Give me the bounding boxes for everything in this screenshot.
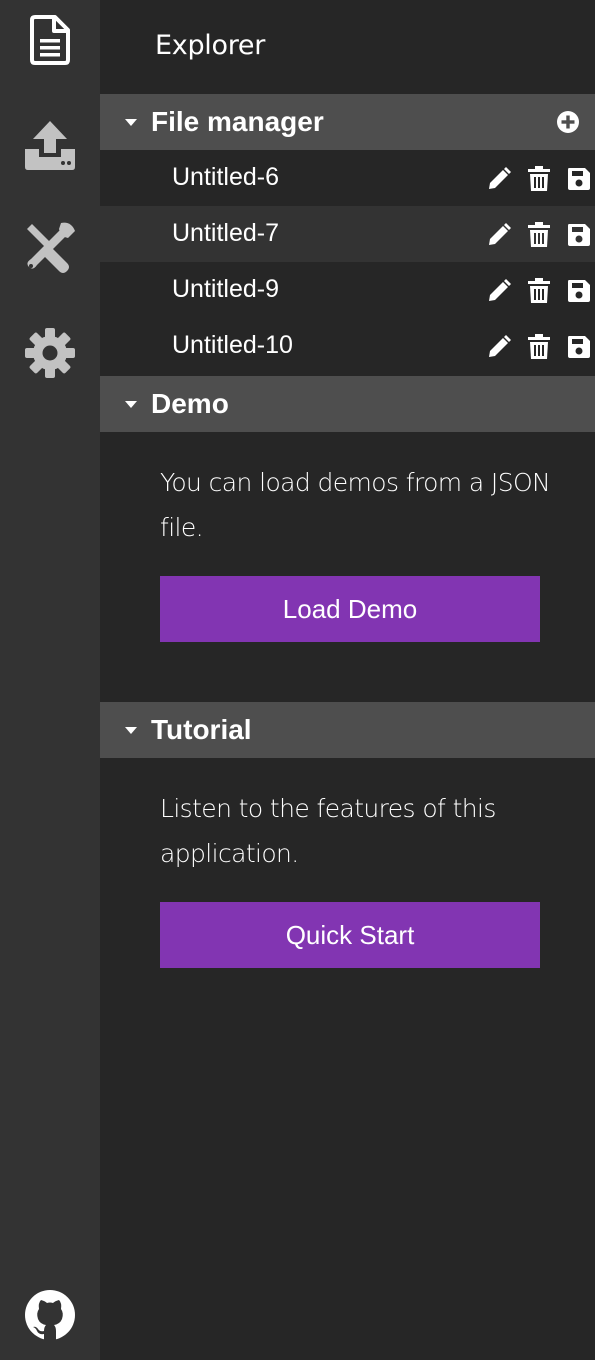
file-row[interactable]: Untitled-7	[100, 206, 595, 262]
activity-tools-button[interactable]	[0, 208, 100, 288]
save-icon[interactable]	[566, 278, 592, 304]
save-icon[interactable]	[566, 222, 592, 248]
activity-explorer-button[interactable]	[0, 0, 100, 80]
caret-down-icon	[125, 400, 137, 408]
explorer-title: Explorer	[155, 30, 266, 61]
activity-settings-button[interactable]	[0, 313, 100, 393]
explorer-sidebar: Explorer File manager Untitled-6 Untitle…	[100, 0, 595, 1360]
save-icon[interactable]	[566, 166, 592, 192]
demo-description: You can load demos from a JSON file.	[160, 468, 551, 542]
section-title-tutorial: Tutorial	[151, 714, 252, 745]
quick-start-button[interactable]: Quick Start	[160, 902, 540, 968]
activity-github-button[interactable]	[0, 1275, 100, 1355]
trash-icon[interactable]	[526, 278, 552, 304]
section-header-file-manager[interactable]: File manager	[100, 94, 595, 150]
github-icon	[24, 1289, 76, 1341]
tutorial-description: Listen to the features of this applicati…	[160, 794, 496, 868]
file-row[interactable]: Untitled-9	[100, 262, 595, 318]
trash-icon[interactable]	[526, 166, 552, 192]
file-name: Untitled-7	[172, 219, 279, 247]
caret-down-icon	[125, 118, 137, 126]
activity-bar	[0, 0, 100, 1360]
section-title-demo: Demo	[151, 388, 229, 419]
pencil-icon[interactable]	[486, 222, 512, 248]
tools-icon	[23, 221, 77, 275]
file-row[interactable]: Untitled-10	[100, 318, 595, 374]
file-name: Untitled-10	[172, 331, 293, 359]
file-row[interactable]: Untitled-6	[100, 150, 595, 206]
add-circle-icon[interactable]	[556, 110, 580, 134]
file-name: Untitled-9	[172, 275, 279, 303]
file-name: Untitled-6	[172, 163, 279, 191]
section-header-tutorial[interactable]: Tutorial	[100, 702, 595, 758]
save-icon[interactable]	[566, 334, 592, 360]
caret-down-icon	[125, 726, 137, 734]
section-title-file-manager: File manager	[151, 106, 324, 137]
trash-icon[interactable]	[526, 334, 552, 360]
file-document-icon	[30, 15, 70, 65]
pencil-icon[interactable]	[486, 166, 512, 192]
trash-icon[interactable]	[526, 222, 552, 248]
upload-icon	[23, 119, 77, 171]
section-header-demo[interactable]: Demo	[100, 376, 595, 432]
pencil-icon[interactable]	[486, 334, 512, 360]
activity-upload-button[interactable]	[0, 105, 100, 185]
load-demo-button[interactable]: Load Demo	[160, 576, 540, 642]
pencil-icon[interactable]	[486, 278, 512, 304]
gear-icon	[24, 327, 76, 379]
